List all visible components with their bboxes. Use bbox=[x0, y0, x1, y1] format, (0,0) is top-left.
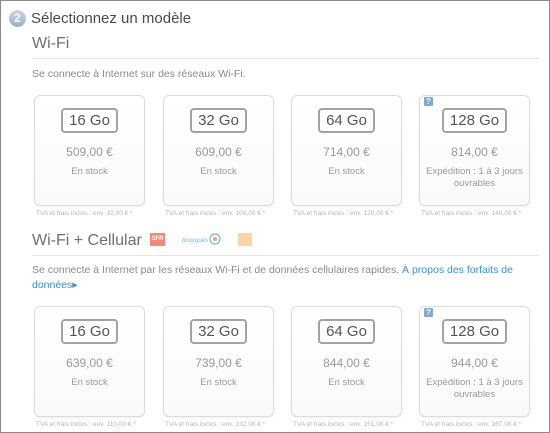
capacity-label: 64 Go bbox=[318, 319, 375, 344]
tax-note: TVA et frais inclus : env. 151,00 € * bbox=[293, 421, 394, 428]
price-label: 844,00 € bbox=[323, 356, 370, 370]
model-card-cellular-128[interactable]: ? 128 Go 944,00 € Expédition : 1 à 3 jou… bbox=[419, 306, 530, 417]
capacity-label: 32 Go bbox=[190, 319, 247, 344]
wifi-divider bbox=[32, 58, 539, 59]
tax-note: TVA et frais inclus : env. 132,00 € * bbox=[165, 421, 266, 428]
tax-note: TVA et frais inclus : env. 140,00 € * bbox=[421, 210, 522, 217]
tax-note: TVA et frais inclus : env. 110,00 € * bbox=[36, 421, 136, 428]
availability-label: Expédition : 1 à 3 jours ouvrables bbox=[426, 377, 523, 400]
model-card-wifi-32[interactable]: 32 Go 609,00 € En stock bbox=[163, 95, 274, 206]
tax-note: TVA et frais inclus : env. 100,00 € * bbox=[165, 210, 266, 217]
price-label: 639,00 € bbox=[66, 356, 113, 370]
tax-note: TVA et frais inclus : env. 32,00 € * bbox=[36, 210, 133, 217]
availability-label: Expédition : 1 à 3 jours ouvrables bbox=[426, 166, 523, 189]
help-icon[interactable]: ? bbox=[424, 97, 433, 106]
svg-text:bouygues: bouygues bbox=[182, 238, 208, 244]
capacity-label: 16 Go bbox=[61, 108, 118, 133]
price-label: 714,00 € bbox=[323, 145, 370, 159]
model-card-wifi-16[interactable]: 16 Go 509,00 € En stock bbox=[34, 95, 145, 206]
price-label: 609,00 € bbox=[195, 145, 242, 159]
model-card-wifi-64[interactable]: 64 Go 714,00 € En stock bbox=[291, 95, 402, 206]
capacity-label: 16 Go bbox=[61, 319, 118, 344]
step-title: Sélectionnez un modèle bbox=[31, 10, 192, 27]
tax-note: TVA et frais inclus : env. 120,00 € * bbox=[293, 210, 394, 217]
availability-label: En stock bbox=[71, 166, 108, 177]
price-label: 814,00 € bbox=[451, 145, 498, 159]
availability-label: En stock bbox=[328, 166, 365, 177]
availability-label: En stock bbox=[328, 377, 365, 388]
capacity-label: 64 Go bbox=[318, 108, 375, 133]
capacity-label: 128 Go bbox=[441, 108, 508, 133]
orange-logo bbox=[238, 233, 252, 246]
model-card-cellular-64[interactable]: 64 Go 844,00 € En stock bbox=[291, 306, 402, 417]
model-selection-panel: 2 Sélectionnez un modèle Wi-Fi Se connec… bbox=[0, 0, 550, 433]
capacity-label: 32 Go bbox=[190, 108, 247, 133]
cellular-section-title: Wi-Fi + Cellular bbox=[32, 232, 142, 249]
cellular-description-text: Se connecte à Internet par les réseaux W… bbox=[32, 264, 400, 276]
sfr-logo: SFR bbox=[150, 233, 165, 246]
capacity-label: 128 Go bbox=[441, 319, 508, 344]
model-card-wifi-128[interactable]: ? 128 Go 814,00 € Expédition : 1 à 3 jou… bbox=[419, 95, 530, 206]
wifi-section-title: Wi-Fi bbox=[32, 35, 70, 52]
cellular-description: Se connecte à Internet par les réseaux W… bbox=[32, 263, 531, 293]
wifi-description: Se connecte à Internet sur des réseaux W… bbox=[32, 68, 246, 80]
availability-label: En stock bbox=[200, 377, 237, 388]
cellular-divider bbox=[32, 255, 539, 256]
model-card-cellular-16[interactable]: 16 Go 639,00 € En stock bbox=[34, 306, 145, 417]
price-label: 944,00 € bbox=[451, 356, 498, 370]
chevron-right-icon: ▸ bbox=[72, 279, 78, 291]
model-card-cellular-32[interactable]: 32 Go 739,00 € En stock bbox=[163, 306, 274, 417]
availability-label: En stock bbox=[200, 166, 237, 177]
price-label: 739,00 € bbox=[195, 356, 242, 370]
availability-label: En stock bbox=[71, 377, 108, 388]
help-icon[interactable]: ? bbox=[424, 308, 433, 317]
bouygues-telecom-logo: bouygues bbox=[182, 233, 221, 245]
step-number-badge: 2 bbox=[9, 10, 26, 27]
step-header: 2 Sélectionnez un modèle bbox=[9, 10, 191, 27]
tax-note: TVA et frais inclus : env. 167,00 € * bbox=[421, 421, 522, 428]
price-label: 509,00 € bbox=[66, 145, 113, 159]
